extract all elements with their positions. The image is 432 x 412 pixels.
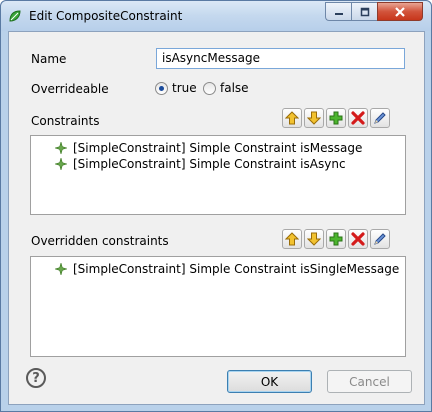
radio-true-label: true xyxy=(172,81,197,95)
move-up-icon xyxy=(285,111,299,125)
name-label: Name xyxy=(31,52,67,66)
window-title: Edit CompositeConstraint xyxy=(29,9,183,23)
minimize-icon xyxy=(334,12,343,15)
overridden-move-up-button[interactable] xyxy=(282,229,302,249)
radio-true[interactable]: true xyxy=(155,81,197,95)
move-down-icon xyxy=(307,111,321,125)
constraint-star-icon xyxy=(55,263,67,275)
radio-true-indicator[interactable] xyxy=(155,81,168,95)
constraints-remove-button[interactable] xyxy=(348,108,368,128)
overridden-constraints-list[interactable]: [SimpleConstraint] Simple Constraint isS… xyxy=(30,256,406,357)
maximize-button[interactable] xyxy=(351,2,377,21)
overridden-remove-button[interactable] xyxy=(348,229,368,249)
remove-icon xyxy=(351,111,365,125)
maximize-icon xyxy=(360,7,369,16)
edit-icon xyxy=(374,233,386,245)
constraints-add-button[interactable] xyxy=(326,108,346,128)
overridden-edit-button[interactable] xyxy=(370,229,390,249)
close-button[interactable] xyxy=(377,2,423,21)
overridden-add-button[interactable] xyxy=(326,229,346,249)
ok-button[interactable]: OK xyxy=(227,370,312,393)
close-icon xyxy=(395,6,405,17)
constraint-star-icon xyxy=(55,142,67,154)
radio-false[interactable]: false xyxy=(203,81,249,95)
constraint-star-icon xyxy=(55,158,67,170)
dialog-content: Name isAsyncMessage Overrideable true fa… xyxy=(8,31,425,405)
constraints-move-up-button[interactable] xyxy=(282,108,302,128)
cancel-button[interactable]: Cancel xyxy=(327,370,412,393)
move-down-icon xyxy=(307,232,321,246)
radio-false-indicator[interactable] xyxy=(203,81,216,95)
overridden-toolbar xyxy=(282,229,390,249)
dialog-window: Edit CompositeConstraint Name isAsyncMes… xyxy=(0,0,432,412)
name-input[interactable]: isAsyncMessage xyxy=(156,48,405,69)
overrideable-label: Overrideable xyxy=(31,82,109,96)
constraints-label: Constraints xyxy=(31,114,100,128)
list-item-label: [SimpleConstraint] Simple Constraint isS… xyxy=(73,262,400,276)
list-item-label: [SimpleConstraint] Simple Constraint isM… xyxy=(73,141,363,155)
app-leaf-icon xyxy=(9,10,21,22)
list-item[interactable]: [SimpleConstraint] Simple Constraint isS… xyxy=(55,262,399,276)
add-icon xyxy=(329,232,343,246)
constraints-toolbar xyxy=(282,108,390,128)
radio-false-label: false xyxy=(220,81,249,95)
list-item[interactable]: [SimpleConstraint] Simple Constraint isA… xyxy=(55,157,346,171)
list-item-label: [SimpleConstraint] Simple Constraint isA… xyxy=(73,157,346,171)
constraints-edit-button[interactable] xyxy=(370,108,390,128)
minimize-button[interactable] xyxy=(325,2,351,21)
constraints-list[interactable]: [SimpleConstraint] Simple Constraint isM… xyxy=(30,135,406,215)
overridden-move-down-button[interactable] xyxy=(304,229,324,249)
move-up-icon xyxy=(285,232,299,246)
remove-icon xyxy=(351,232,365,246)
overridden-constraints-label: Overridden constraints xyxy=(31,234,169,248)
list-item[interactable]: [SimpleConstraint] Simple Constraint isM… xyxy=(55,141,362,155)
add-icon xyxy=(329,111,343,125)
help-button[interactable]: ? xyxy=(26,368,46,388)
constraints-move-down-button[interactable] xyxy=(304,108,324,128)
title-bar[interactable]: Edit CompositeConstraint xyxy=(1,1,431,31)
edit-icon xyxy=(374,112,386,124)
